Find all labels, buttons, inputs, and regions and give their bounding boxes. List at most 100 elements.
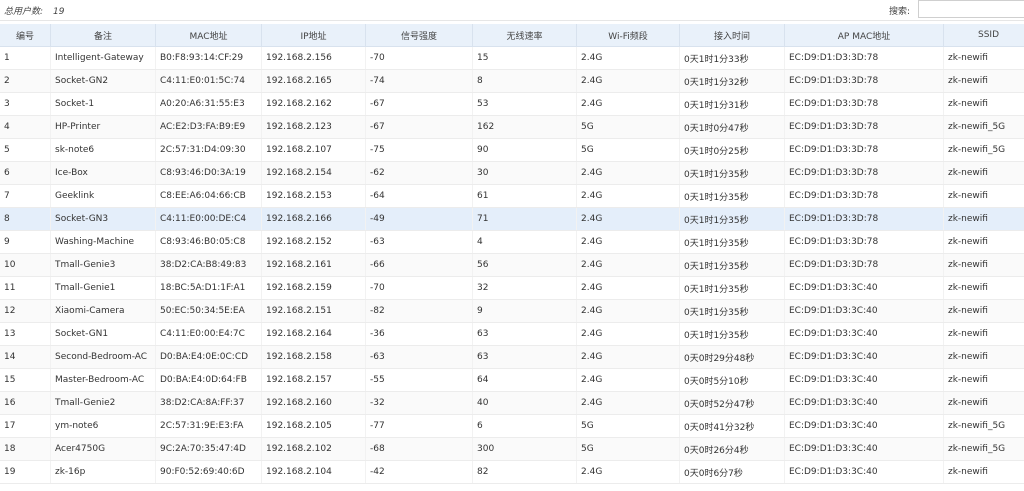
cell-mac: B0:F8:93:14:CF:29 bbox=[155, 46, 262, 70]
cell-rate: 64 bbox=[472, 368, 577, 392]
cell-id: 5 bbox=[0, 138, 51, 162]
cell-mac: C8:93:46:D0:3A:19 bbox=[155, 161, 262, 185]
search-input[interactable] bbox=[918, 0, 1024, 18]
cell-signal: -66 bbox=[365, 253, 473, 277]
cell-rate: 30 bbox=[472, 161, 577, 185]
cell-band: 2.4G bbox=[576, 460, 680, 484]
column-header-ip[interactable]: IP地址 bbox=[261, 24, 366, 47]
top-bar: 总用户数: 19 搜索: bbox=[0, 0, 1024, 21]
column-header-mac[interactable]: MAC地址 bbox=[155, 24, 262, 47]
cell-id: 3 bbox=[0, 92, 51, 116]
cell-note: Master-Bedroom-AC bbox=[50, 368, 156, 392]
cell-band: 2.4G bbox=[576, 391, 680, 415]
table-row[interactable]: 17 ym-note6 2C:57:31:9E:E3:FA 192.168.2.105… bbox=[0, 414, 1024, 438]
column-header-connect-time[interactable]: 接入时间 bbox=[679, 24, 785, 47]
cell-band: 2.4G bbox=[576, 299, 680, 323]
cell-note: Tmall-Genie3 bbox=[50, 253, 156, 277]
cell-connect-time: 0天1时1分35秒 bbox=[679, 322, 785, 346]
table-row[interactable]: 6 Ice-Box C8:93:46:D0:3A:19 192.168.2.154 -6… bbox=[0, 161, 1024, 185]
cell-rate: 61 bbox=[472, 184, 577, 208]
table-row[interactable]: 14 Second-Bedroom-AC D0:BA:E4:0E:0C:CD 192.… bbox=[0, 345, 1024, 369]
cell-band: 5G bbox=[576, 138, 680, 162]
table-row[interactable]: 9 Washing-Machine C8:93:46:B0:05:C8 192.168… bbox=[0, 230, 1024, 254]
cell-connect-time: 0天1时0分25秒 bbox=[679, 138, 785, 162]
table-row[interactable]: 15 Master-Bedroom-AC D0:BA:E4:0D:64:FB 192.… bbox=[0, 368, 1024, 392]
table-row[interactable]: 12 Xiaomi-Camera 50:EC:50:34:5E:EA 192.168.… bbox=[0, 299, 1024, 323]
cell-mac: 2C:57:31:D4:09:30 bbox=[155, 138, 262, 162]
cell-connect-time: 0天1时1分31秒 bbox=[679, 92, 785, 116]
cell-ap-mac: EC:D9:D1:D3:3D:78 bbox=[784, 115, 944, 139]
column-header-ap-mac[interactable]: AP MAC地址 bbox=[784, 24, 944, 47]
column-header-band[interactable]: Wi-Fi频段 bbox=[576, 24, 680, 47]
cell-mac: 2C:57:31:9E:E3:FA bbox=[155, 414, 262, 438]
cell-rate: 32 bbox=[472, 276, 577, 300]
cell-band: 2.4G bbox=[576, 368, 680, 392]
cell-band: 2.4G bbox=[576, 253, 680, 277]
cell-ip: 192.168.2.156 bbox=[261, 46, 366, 70]
table-row[interactable]: 13 Socket-GN1 C4:11:E0:00:E4:7C 192.168.2.1… bbox=[0, 322, 1024, 346]
cell-signal: -64 bbox=[365, 184, 473, 208]
cell-rate: 56 bbox=[472, 253, 577, 277]
table-row[interactable]: 19 zk-16p 90:F0:52:69:40:6D 192.168.2.104 -4… bbox=[0, 460, 1024, 484]
cell-note: Ice-Box bbox=[50, 161, 156, 185]
cell-connect-time: 0天1时1分33秒 bbox=[679, 46, 785, 70]
cell-ap-mac: EC:D9:D1:D3:3C:40 bbox=[784, 276, 944, 300]
table-row[interactable]: 7 Geeklink C8:EE:A6:04:66:CB 192.168.2.153-… bbox=[0, 184, 1024, 208]
total-users: 总用户数: 19 bbox=[4, 4, 65, 17]
cell-id: 2 bbox=[0, 69, 51, 93]
cell-band: 2.4G bbox=[576, 69, 680, 93]
column-header-ssid[interactable]: SSID bbox=[943, 24, 1024, 47]
cell-ip: 192.168.2.153 bbox=[261, 184, 366, 208]
cell-connect-time: 0天0时52分47秒 bbox=[679, 391, 785, 415]
cell-id: 14 bbox=[0, 345, 51, 369]
cell-id: 19 bbox=[0, 460, 51, 484]
table-row[interactable]: 3 Socket-1 A0:20:A6:31:55:E3 192.168.2.162-… bbox=[0, 92, 1024, 116]
column-header-signal[interactable]: 信号强度 bbox=[365, 24, 473, 47]
cell-rate: 63 bbox=[472, 322, 577, 346]
table-row[interactable]: 11 Tmall-Genie1 18:BC:5A:D1:1F:A1 192.168.2… bbox=[0, 276, 1024, 300]
cell-id: 4 bbox=[0, 115, 51, 139]
cell-connect-time: 0天1时1分35秒 bbox=[679, 253, 785, 277]
cell-id: 13 bbox=[0, 322, 51, 346]
client-table: 编号 备注 MAC地址 IP地址 信号强度 无线速率 Wi-Fi频段 接入时间 AP MAC地址… bbox=[0, 24, 1024, 484]
cell-note: ym-note6 bbox=[50, 414, 156, 438]
cell-band: 2.4G bbox=[576, 184, 680, 208]
cell-band: 5G bbox=[576, 414, 680, 438]
cell-ssid: zk-newifi bbox=[943, 69, 1024, 93]
table-row[interactable]: 4 HP-Printer AC:E2:D3:FA:B9:E9 192.168.2.12… bbox=[0, 115, 1024, 139]
cell-ip: 192.168.2.164 bbox=[261, 322, 366, 346]
cell-mac: C8:EE:A6:04:66:CB bbox=[155, 184, 262, 208]
cell-ssid: zk-newifi_5G bbox=[943, 414, 1024, 438]
column-header-note[interactable]: 备注 bbox=[50, 24, 156, 47]
table-row[interactable]: 5 sk-note6 2C:57:31:D4:09:30 192.168.2.107-… bbox=[0, 138, 1024, 162]
cell-id: 10 bbox=[0, 253, 51, 277]
cell-band: 2.4G bbox=[576, 276, 680, 300]
cell-rate: 300 bbox=[472, 437, 577, 461]
cell-ssid: zk-newifi bbox=[943, 161, 1024, 185]
cell-id: 11 bbox=[0, 276, 51, 300]
cell-signal: -82 bbox=[365, 299, 473, 323]
cell-signal: -68 bbox=[365, 437, 473, 461]
cell-connect-time: 0天1时1分35秒 bbox=[679, 299, 785, 323]
cell-ip: 192.168.2.104 bbox=[261, 460, 366, 484]
cell-signal: -63 bbox=[365, 345, 473, 369]
cell-signal: -75 bbox=[365, 138, 473, 162]
total-users-label: 总用户数: bbox=[4, 7, 44, 17]
table-row[interactable]: 18 Acer4750G 9C:2A:70:35:47:4D 192.168.2.10… bbox=[0, 437, 1024, 461]
table-row[interactable]: 1 Intelligent-Gateway B0:F8:93:14:CF:29 192… bbox=[0, 46, 1024, 70]
cell-signal: -62 bbox=[365, 161, 473, 185]
cell-ssid: zk-newifi bbox=[943, 184, 1024, 208]
cell-mac: 90:F0:52:69:40:6D bbox=[155, 460, 262, 484]
table-row[interactable]: 10 Tmall-Genie3 38:D2:CA:B8:49:83 192.168.2… bbox=[0, 253, 1024, 277]
cell-ip: 192.168.2.160 bbox=[261, 391, 366, 415]
cell-rate: 4 bbox=[472, 230, 577, 254]
cell-ssid: zk-newifi bbox=[943, 391, 1024, 415]
column-header-rate[interactable]: 无线速率 bbox=[472, 24, 577, 47]
table-row[interactable]: 8 Socket-GN3 C4:11:E0:00:DE:C4 192.168.2.16… bbox=[0, 207, 1024, 231]
cell-ip: 192.168.2.102 bbox=[261, 437, 366, 461]
cell-ssid: zk-newifi bbox=[943, 368, 1024, 392]
cell-ssid: zk-newifi_5G bbox=[943, 138, 1024, 162]
table-row[interactable]: 2 Socket-GN2 C4:11:E0:01:5C:74 192.168.2.16… bbox=[0, 69, 1024, 93]
table-row[interactable]: 16 Tmall-Genie2 38:D2:CA:8A:FF:37 192.168.2… bbox=[0, 391, 1024, 415]
column-header-id[interactable]: 编号 bbox=[0, 24, 51, 47]
